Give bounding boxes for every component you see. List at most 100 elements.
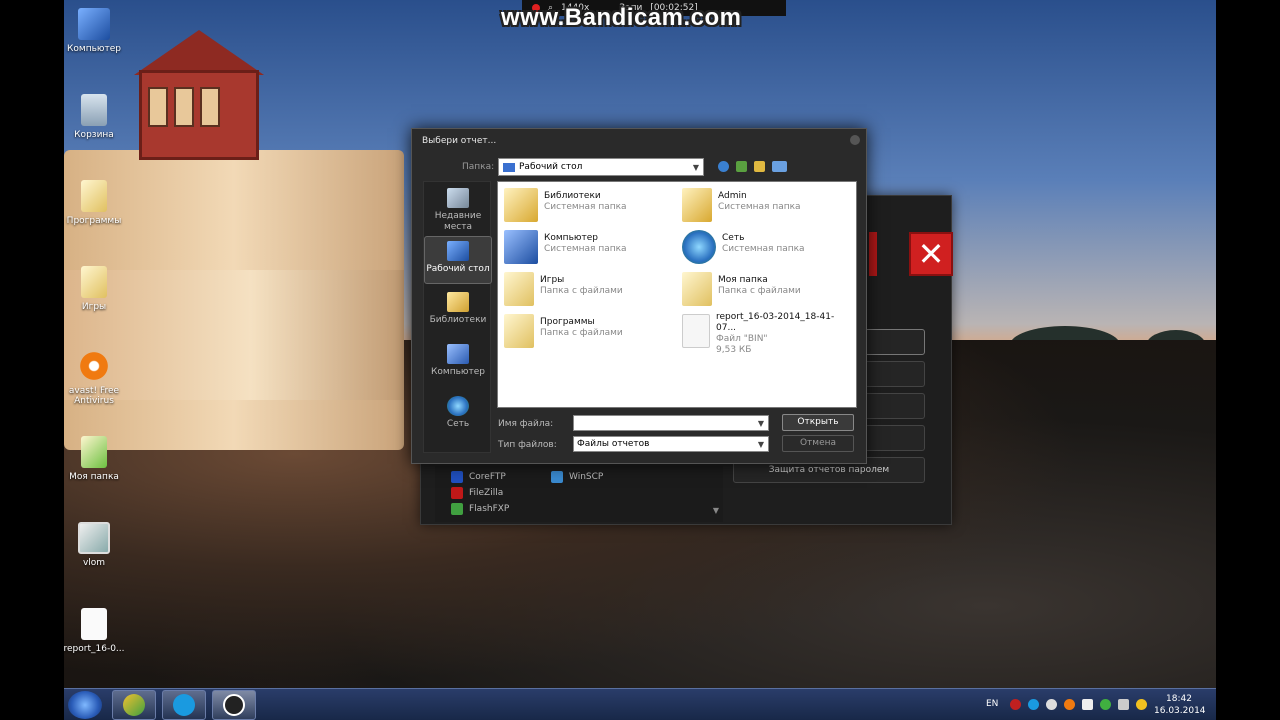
file-icon	[81, 608, 107, 640]
red-button-edge	[869, 232, 877, 276]
new-folder-icon[interactable]	[754, 161, 765, 172]
folder-select[interactable]: Рабочий стол ▼	[498, 158, 704, 176]
norton-icon[interactable]	[1136, 699, 1147, 710]
lantern-window	[174, 87, 194, 127]
place-computer[interactable]: Компьютер	[424, 344, 492, 378]
open-button[interactable]: Открыть	[782, 414, 854, 431]
avast-icon	[78, 350, 110, 382]
taskbar: EN 18:42 16.03.2014	[64, 688, 1216, 720]
coreftp-icon	[451, 471, 463, 483]
lantern-window	[148, 87, 168, 127]
file-icon	[682, 314, 710, 348]
computer-icon	[78, 8, 110, 40]
taskbar-app-1[interactable]	[112, 690, 156, 720]
winscp-icon	[551, 471, 563, 483]
desktop-icon-games[interactable]: Игры	[64, 266, 126, 312]
ftp-client-list[interactable]: CoreFTP FileZilla FlashFXP WinSCP ▼	[435, 466, 723, 522]
file-item[interactable]: Моя папка Папка с файлами	[682, 272, 852, 306]
list-item[interactable]: CoreFTP	[451, 471, 506, 483]
cancel-button[interactable]: Отмена	[782, 435, 854, 452]
up-folder-icon[interactable]	[736, 161, 747, 172]
list-item[interactable]: FileZilla	[451, 487, 503, 499]
file-item[interactable]: Admin Системная папка	[682, 188, 852, 222]
taskbar-app-skype[interactable]	[162, 690, 206, 720]
chevron-down-icon: ▼	[692, 163, 699, 172]
computer-icon	[447, 344, 469, 364]
place-libraries[interactable]: Библиотеки	[424, 292, 492, 326]
skype-icon	[173, 694, 195, 716]
file-item[interactable]: Сеть Системная папка	[682, 230, 852, 264]
file-item[interactable]: Компьютер Системная папка	[504, 230, 674, 264]
place-recent[interactable]: Недавние места	[424, 188, 492, 233]
skype-tray-icon[interactable]	[1028, 699, 1039, 710]
filetype-select[interactable]: Файлы отчетов ▼	[573, 436, 769, 452]
desktop-icon-recycle-bin[interactable]: Корзина	[64, 94, 126, 140]
filename-field[interactable]: ▼	[573, 415, 769, 431]
file-item[interactable]: Программы Папка с файлами	[504, 314, 674, 348]
bandicam-watermark: www.Bandicam.com	[501, 4, 742, 31]
lantern-window	[200, 87, 220, 127]
start-button[interactable]	[68, 691, 102, 719]
folder-icon	[81, 180, 107, 212]
back-icon[interactable]	[718, 161, 729, 172]
record-icon[interactable]	[1010, 699, 1021, 710]
user-folder-icon	[682, 188, 712, 222]
folder-icon	[504, 272, 534, 306]
flag-icon[interactable]	[1082, 699, 1093, 710]
folder-label: Папка:	[462, 162, 495, 172]
filezilla-icon	[451, 487, 463, 499]
chevron-down-icon: ▼	[757, 419, 764, 428]
network-tray-icon[interactable]	[1118, 699, 1129, 710]
chevron-down-icon: ▼	[757, 440, 764, 449]
file-open-dialog[interactable]: Выбери отчет... Папка: Рабочий стол ▼ Не…	[411, 128, 867, 464]
desktop-icon-avast[interactable]: avast! Free Antivirus	[64, 350, 126, 406]
nvidia-icon[interactable]	[1100, 699, 1111, 710]
clock[interactable]: 18:42 16.03.2014	[1154, 693, 1206, 717]
app-icon	[78, 522, 110, 554]
list-item[interactable]: WinSCP	[551, 471, 603, 483]
desktop-icon-programs[interactable]: Программы	[64, 180, 126, 226]
dialog-toolbar	[718, 161, 787, 172]
folder-icon	[504, 314, 534, 348]
file-list[interactable]: Библиотеки Системная папка Admin Системная…	[497, 181, 857, 408]
avast-tray-icon[interactable]	[1064, 699, 1075, 710]
dialog-close-icon[interactable]	[850, 135, 860, 145]
file-item[interactable]: report_16-03-2014_18-41-07... Файл "BIN" 9…	[682, 312, 852, 356]
recycle-bin-icon	[81, 94, 107, 126]
file-item[interactable]: Игры Папка с файлами	[504, 272, 674, 306]
close-icon[interactable]: ✕	[909, 232, 953, 276]
taskbar-app-active[interactable]	[212, 690, 256, 720]
view-menu-icon[interactable]	[772, 161, 787, 172]
computer-icon	[504, 230, 538, 264]
folder-icon	[81, 266, 107, 298]
app-icon	[123, 694, 145, 716]
desktop-icon-vlom[interactable]: vlom	[64, 522, 126, 568]
desktop-icon-my-folder[interactable]: Моя папка	[64, 436, 126, 482]
folder-icon	[81, 436, 107, 468]
file-item[interactable]: Библиотеки Системная папка	[504, 188, 674, 222]
libraries-icon	[504, 188, 538, 222]
network-icon	[682, 230, 716, 264]
desktop-icon-computer[interactable]: Компьютер	[64, 8, 126, 54]
list-item[interactable]: FlashFXP	[451, 503, 509, 515]
folder-icon	[682, 272, 712, 306]
place-network[interactable]: Сеть	[424, 396, 492, 430]
lighthouse-lantern	[139, 70, 259, 160]
app-u-icon	[223, 694, 245, 716]
language-indicator[interactable]: EN	[986, 699, 998, 709]
desktop-icon	[447, 241, 469, 261]
desktop: Компьютер Корзина Программы Игры avast! …	[64, 0, 1216, 720]
desktop-icon	[503, 162, 515, 172]
place-desktop[interactable]: Рабочий стол	[424, 236, 492, 284]
network-icon	[447, 396, 469, 416]
desktop-icon-report[interactable]: report_16-0...	[64, 608, 126, 654]
filetype-label: Тип файлов:	[498, 440, 557, 450]
libraries-icon	[447, 292, 469, 312]
flashfxp-icon	[451, 503, 463, 515]
dialog-title: Выбери отчет...	[422, 136, 497, 146]
places-bar: Недавние места Рабочий стол Библиотеки К…	[423, 181, 492, 453]
lighthouse-roof	[134, 30, 264, 75]
arrow-icon[interactable]	[1046, 699, 1057, 710]
filename-label: Имя файла:	[498, 419, 554, 429]
scroll-down-icon[interactable]: ▼	[713, 506, 719, 515]
